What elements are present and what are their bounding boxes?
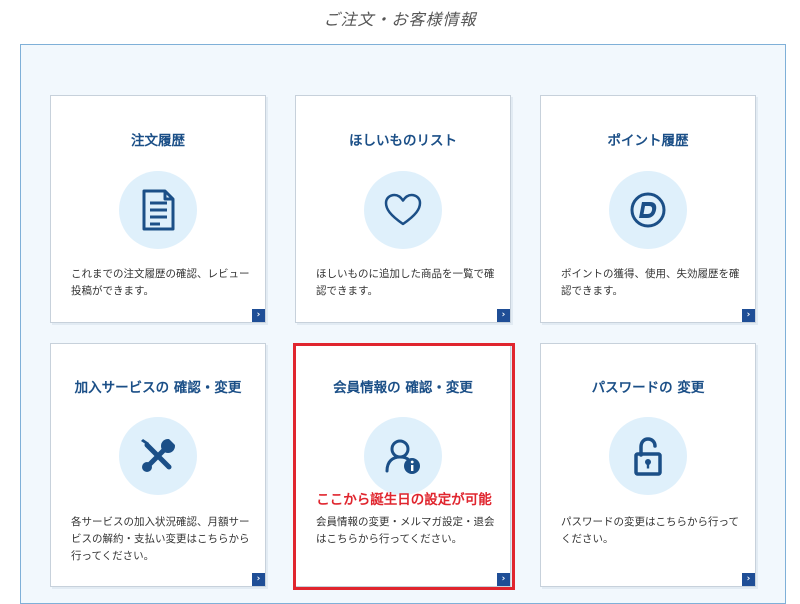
heart-icon xyxy=(364,171,442,249)
user-info-icon xyxy=(364,417,442,495)
card-description: これまでの注文履歴の確認、レビュー投稿ができます。 xyxy=(71,268,250,297)
card-title: ほしいものリスト xyxy=(349,133,457,149)
card-title: 加入サービスの 確認・変更 xyxy=(74,380,242,396)
arrow-icon[interactable]: › xyxy=(742,309,755,322)
birthday-setting-note: ここから誕生日の設定が可能 xyxy=(316,492,492,508)
tools-icon xyxy=(119,417,197,495)
arrow-icon[interactable]: › xyxy=(252,573,265,586)
card-title: パスワードの 変更 xyxy=(591,380,705,396)
arrow-icon[interactable]: › xyxy=(252,309,265,322)
card-title: 会員情報の 確認・変更 xyxy=(333,380,473,396)
arrow-icon[interactable]: › xyxy=(497,573,510,586)
card-description: ポイントの獲得、使用、失効履歴を確認できます。 xyxy=(561,268,740,297)
card-description: 会員情報の変更・メルマガ設定・退会はこちらから行ってください。 xyxy=(316,516,495,545)
card-password[interactable]: パスワードの 変更 パスワードの変更はこちらから行ってください。 › xyxy=(540,343,756,587)
card-point-history[interactable]: ポイント履歴 ポイントの獲得、使用、失効履歴を確認できます。 › xyxy=(540,95,756,323)
card-member-info[interactable]: 会員情報の 確認・変更 会員情報の変更・メルマガ設定・退会はこちらから行ってくだ… xyxy=(295,343,511,587)
arrow-icon[interactable]: › xyxy=(497,309,510,322)
unlock-icon xyxy=(609,417,687,495)
document-icon xyxy=(119,171,197,249)
card-title: 注文履歴 xyxy=(131,133,185,149)
arrow-icon[interactable]: › xyxy=(742,573,755,586)
card-wishlist[interactable]: ほしいものリスト ほしいものに追加した商品を一覧で確認できます。 › xyxy=(295,95,511,323)
card-title: ポイント履歴 xyxy=(607,133,689,149)
point-d-icon xyxy=(609,171,687,249)
card-description: 各サービスの加入状況確認、月額サービスの解約・支払い変更はこちらから行ってくださ… xyxy=(71,516,250,562)
card-subscribed-services[interactable]: 加入サービスの 確認・変更 各サービスの加入状況確認、月額サービスの解約・支払い… xyxy=(50,343,266,587)
card-order-history[interactable]: 注文履歴 これまでの注文履歴の確認、レビュー投稿ができます。 › xyxy=(50,95,266,323)
page-title: ご注文・お客様情報 xyxy=(323,10,477,29)
card-description: パスワードの変更はこちらから行ってください。 xyxy=(561,516,739,545)
card-description: ほしいものに追加した商品を一覧で確認できます。 xyxy=(316,268,495,297)
